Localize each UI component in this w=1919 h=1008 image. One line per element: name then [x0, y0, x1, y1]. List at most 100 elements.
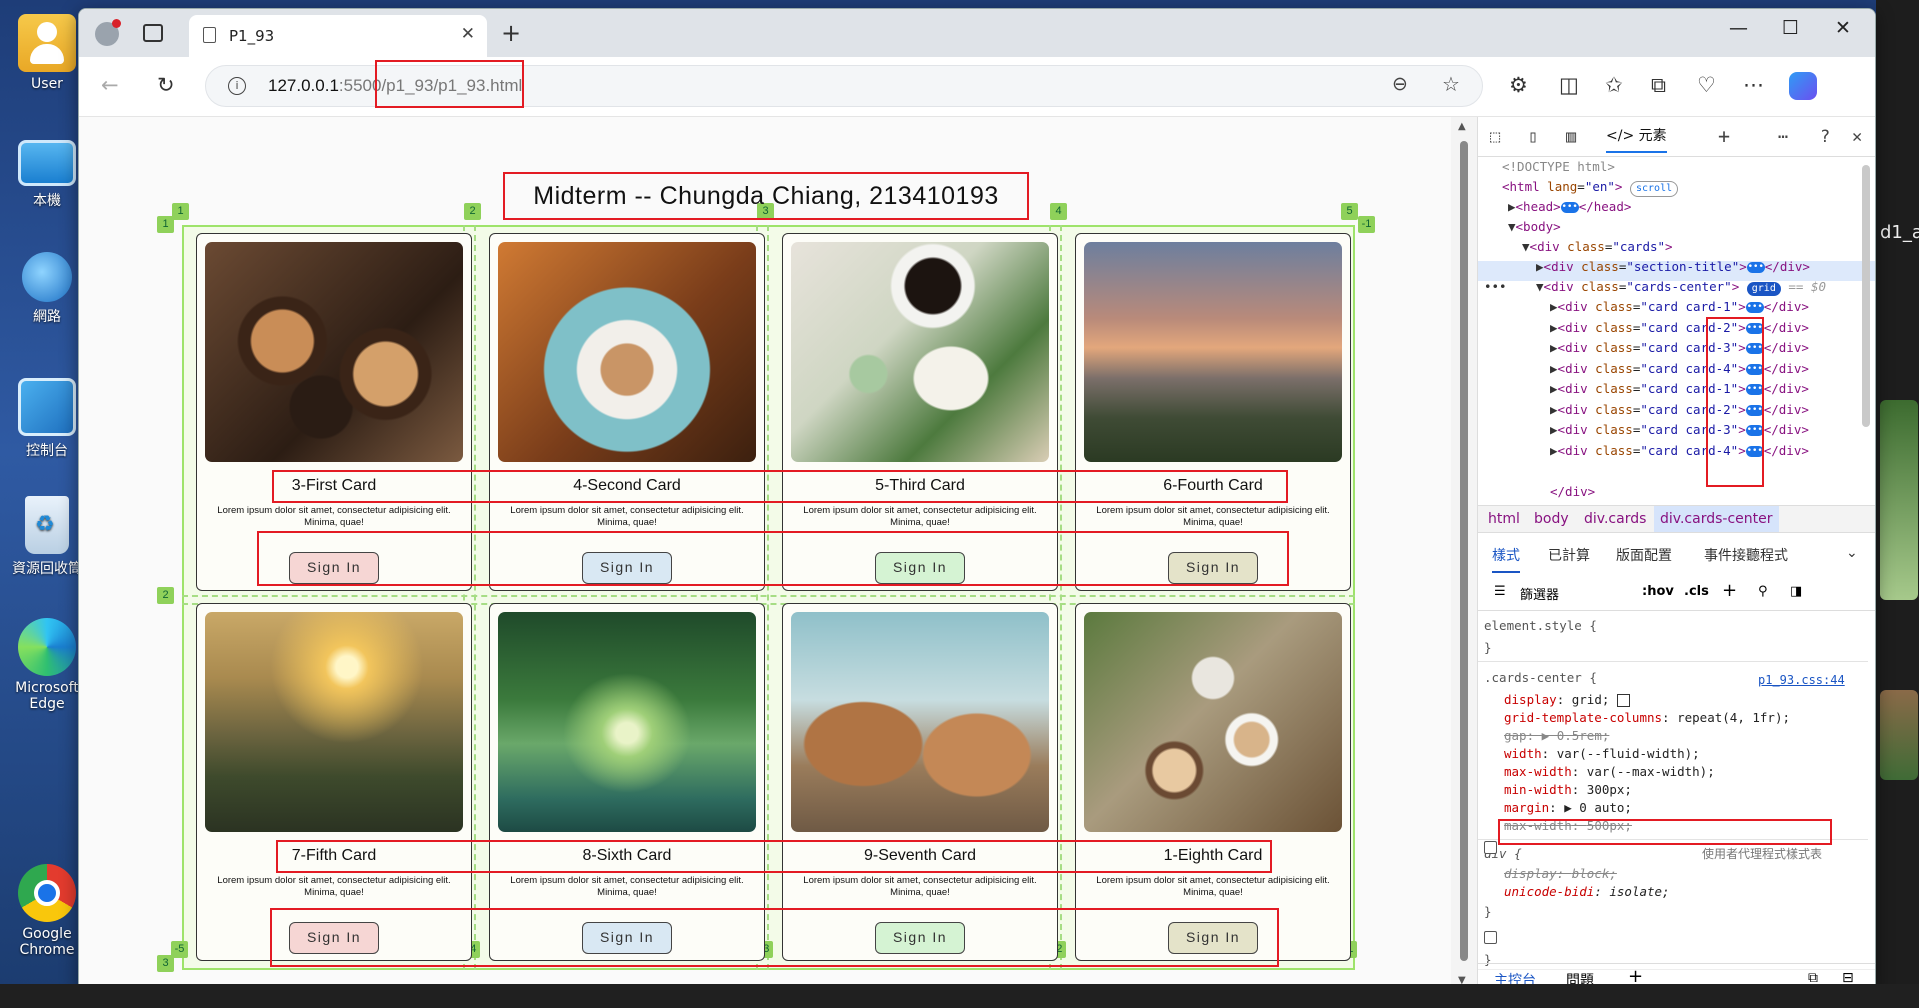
- tab-styles[interactable]: 樣式: [1492, 545, 1520, 573]
- devtools-more-icon[interactable]: ⋯: [1778, 127, 1788, 147]
- collapsed-ellipsis[interactable]: •••: [1560, 202, 1579, 213]
- chevron-down-icon[interactable]: ⌄: [1846, 545, 1858, 561]
- expand-icon[interactable]: ▶: [1550, 381, 1558, 396]
- expand-icon[interactable]: ▶: [1550, 361, 1558, 376]
- filter-input[interactable]: 篩選器: [1520, 584, 1559, 603]
- dock-icon[interactable]: ▥: [1566, 127, 1576, 147]
- rule-source-link[interactable]: p1_93.css:44: [1758, 671, 1845, 689]
- collections-icon[interactable]: ⧉: [1651, 73, 1666, 98]
- collapsed-ellipsis[interactable]: •••: [1745, 302, 1764, 313]
- zoom-icon[interactable]: ⊖: [1392, 73, 1408, 95]
- background-window-image: [1880, 690, 1918, 780]
- css-declaration[interactable]: grid-template-columns: repeat(4, 1fr);: [1504, 709, 1790, 727]
- desktop-icon-control-panel[interactable]: 控制台: [6, 378, 88, 460]
- maximize-button[interactable]: ☐: [1782, 17, 1799, 39]
- tab-event-listeners[interactable]: 事件接聽程式: [1704, 545, 1788, 565]
- collapse-icon[interactable]: ▼: [1508, 219, 1516, 234]
- css-declaration[interactable]: min-width: 300px;: [1504, 781, 1632, 799]
- breadcrumb-item-active[interactable]: div.cards-center: [1654, 506, 1779, 532]
- favorite-star-icon[interactable]: ☆: [1442, 72, 1460, 96]
- favorites-icon[interactable]: ✩: [1605, 73, 1623, 97]
- dom-card-node[interactable]: ▶<div class="card card-4">•••</div>: [1550, 359, 1809, 380]
- expand-icon[interactable]: ▶: [1508, 199, 1516, 214]
- close-window-button[interactable]: ✕: [1835, 17, 1851, 39]
- copilot-icon[interactable]: [1789, 72, 1817, 100]
- new-tab-button[interactable]: +: [501, 19, 521, 47]
- scroll-badge[interactable]: scroll: [1629, 181, 1679, 197]
- collapsed-ellipsis[interactable]: •••: [1746, 262, 1765, 273]
- dom-scrollbar[interactable]: [1862, 165, 1870, 427]
- tab-close-icon[interactable]: ✕: [461, 24, 475, 44]
- expand-icon[interactable]: ▶: [1550, 422, 1558, 437]
- browser-essentials-icon[interactable]: ♡: [1697, 73, 1716, 97]
- new-rule-icon[interactable]: +: [1722, 580, 1737, 601]
- dom-row-menu-icon[interactable]: •••: [1484, 277, 1507, 298]
- desktop-icon-label: 網路: [33, 309, 61, 325]
- breadcrumb-item[interactable]: div.cards: [1584, 511, 1646, 527]
- sidebar-toggle-icon[interactable]: ◨: [1790, 584, 1802, 599]
- page-scrollbar[interactable]: ▲ ▼: [1451, 117, 1477, 991]
- css-declaration[interactable]: width: var(--fluid-width);: [1504, 745, 1700, 763]
- dom-head-node[interactable]: ▶<head>•••</head>: [1508, 197, 1631, 218]
- grid-editor-icon[interactable]: [1616, 694, 1630, 707]
- css-declaration[interactable]: margin: ▶ 0 auto;: [1504, 799, 1632, 817]
- expand-icon[interactable]: ▶: [1550, 299, 1558, 314]
- extensions-icon[interactable]: ⚙: [1509, 73, 1528, 97]
- expand-icon[interactable]: ▶: [1550, 320, 1558, 335]
- expand-icon[interactable]: ▶: [1536, 259, 1544, 274]
- desktop-icon-user[interactable]: User: [6, 14, 88, 92]
- collapse-icon[interactable]: ▼: [1536, 279, 1544, 294]
- add-panel-icon[interactable]: +: [1718, 124, 1730, 148]
- dom-cards-center-node[interactable]: ▼<div class="cards-center"> grid == $0: [1536, 277, 1826, 298]
- dom-cards-node[interactable]: ▼<div class="cards">: [1522, 237, 1673, 258]
- desktop-icon-recycle-bin[interactable]: ♻ 資源回收筒: [6, 496, 88, 578]
- desktop-icon-network[interactable]: 網路: [6, 252, 88, 326]
- minimize-button[interactable]: —: [1729, 17, 1748, 39]
- devtools-close-icon[interactable]: ✕: [1852, 127, 1862, 147]
- declaration-checkbox[interactable]: [1484, 841, 1497, 854]
- hov-toggle[interactable]: :hov: [1642, 584, 1674, 599]
- cls-toggle[interactable]: .cls: [1684, 584, 1709, 599]
- help-icon[interactable]: ?: [1820, 127, 1830, 147]
- dom-section-title-node[interactable]: ▶<div class="section-title">•••</div>: [1536, 257, 1810, 278]
- declaration-checkbox[interactable]: [1484, 931, 1497, 944]
- tab-layout[interactable]: 版面配置: [1616, 545, 1672, 565]
- inspect-icon[interactable]: ⬚: [1490, 127, 1500, 147]
- refresh-icon[interactable]: ↻: [157, 73, 175, 97]
- expand-icon[interactable]: ▶: [1550, 340, 1558, 355]
- dom-card-node[interactable]: ▶<div class="card card-3">•••</div>: [1550, 420, 1809, 441]
- dom-body-node[interactable]: ▼<body>: [1508, 217, 1561, 238]
- device-toolbar-icon[interactable]: ▯: [1528, 127, 1538, 147]
- dom-card-node[interactable]: ▶<div class="card card-1">•••</div>: [1550, 297, 1809, 318]
- css-declaration[interactable]: gap: ▶ 0.5rem;: [1504, 727, 1609, 745]
- scrollbar-thumb[interactable]: [1460, 141, 1468, 961]
- more-menu-icon[interactable]: ⋯: [1743, 73, 1764, 97]
- desktop-icon-edge[interactable]: Microsoft Edge: [6, 618, 88, 712]
- split-screen-icon[interactable]: ◫: [1559, 73, 1579, 97]
- tab-computed[interactable]: 已計算: [1548, 545, 1590, 565]
- collapse-icon[interactable]: ▼: [1522, 239, 1530, 254]
- page-icon: [203, 27, 216, 43]
- dom-card-node[interactable]: ▶<div class="card card-2">•••</div>: [1550, 400, 1809, 421]
- breadcrumb-item[interactable]: html: [1488, 511, 1520, 527]
- site-info-icon[interactable]: i: [228, 77, 246, 95]
- dom-card-node[interactable]: ▶<div class="card card-4">•••</div>: [1550, 441, 1809, 462]
- paint-icon[interactable]: ⚲: [1758, 584, 1768, 599]
- expand-icon[interactable]: ▶: [1550, 443, 1558, 458]
- workspaces-icon[interactable]: [143, 24, 163, 42]
- tab-elements[interactable]: </> 元素: [1606, 125, 1667, 153]
- css-declaration[interactable]: max-width: var(--max-width);: [1504, 763, 1715, 781]
- scroll-up-icon[interactable]: ▲: [1458, 121, 1466, 132]
- back-icon[interactable]: ←: [101, 73, 119, 97]
- breadcrumb-item[interactable]: body: [1534, 511, 1569, 527]
- grid-badge[interactable]: grid: [1746, 282, 1781, 296]
- dom-card-node[interactable]: ▶<div class="card card-1">•••</div>: [1550, 379, 1809, 400]
- dom-html-node[interactable]: <html lang="en"> scroll: [1502, 177, 1679, 198]
- desktop-icon-chrome[interactable]: Google Chrome: [6, 864, 88, 958]
- css-declaration[interactable]: display: grid;: [1504, 691, 1630, 709]
- expand-icon[interactable]: ▶: [1550, 402, 1558, 417]
- desktop-icon-this-pc[interactable]: 本機: [6, 134, 88, 210]
- tab-p1-93[interactable]: P1_93 ✕: [189, 15, 487, 57]
- dom-card-node[interactable]: ▶<div class="card card-2">•••</div>: [1550, 318, 1809, 339]
- dom-card-node[interactable]: ▶<div class="card card-3">•••</div>: [1550, 338, 1809, 359]
